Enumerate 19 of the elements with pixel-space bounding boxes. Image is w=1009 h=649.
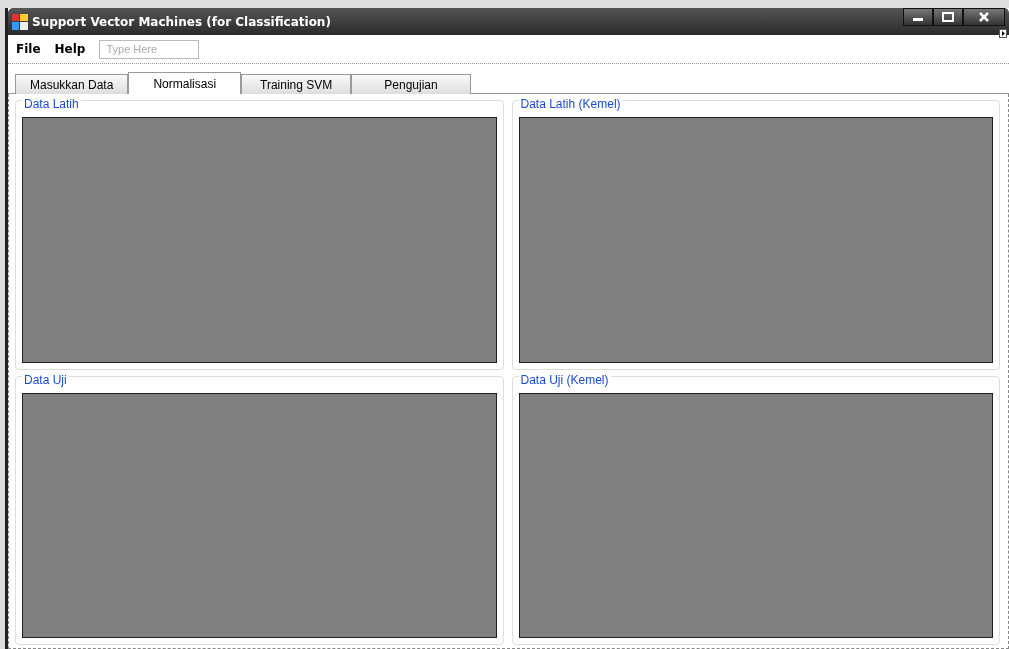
group-title: Data Uji (Kemel): [518, 372, 611, 387]
close-icon: [978, 12, 990, 22]
overflow-icon[interactable]: [999, 29, 1007, 38]
app-icon: [12, 13, 28, 30]
maximize-button[interactable]: [933, 8, 963, 26]
minimize-button[interactable]: [903, 8, 933, 26]
group-title: Data Latih: [22, 97, 81, 111]
tab[interactable]: Masukkan Data: [15, 74, 129, 94]
maximize-icon: [942, 12, 954, 22]
tab[interactable]: Pengujian: [351, 74, 471, 94]
menu-item[interactable]: Help: [54, 42, 86, 56]
menu-item[interactable]: File: [16, 42, 41, 56]
menu-input-field[interactable]: Type Here: [99, 39, 200, 59]
window-title: Support Vector Machines (for Classification): [32, 14, 331, 29]
tab[interactable]: Normalisasi: [128, 72, 242, 94]
close-button[interactable]: [963, 8, 1005, 26]
tab[interactable]: Training SVM: [241, 74, 352, 94]
group-title: Data Latih (Kemel): [518, 97, 623, 111]
group-title: Data Uji: [22, 372, 69, 387]
